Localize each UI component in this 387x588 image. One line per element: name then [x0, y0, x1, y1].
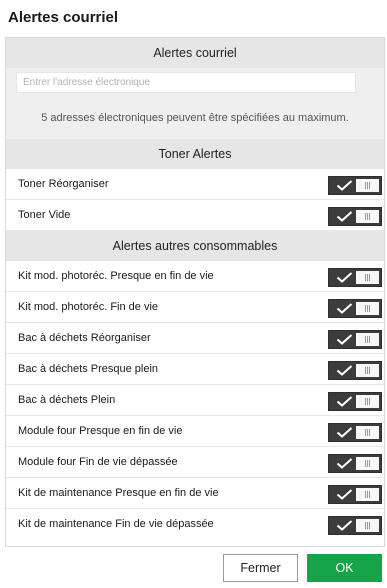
- check-icon: [336, 365, 353, 376]
- check-icon: [336, 334, 353, 345]
- grip-line: [365, 491, 366, 498]
- grip-line: [369, 460, 370, 467]
- toggle-knob: [356, 426, 379, 439]
- alert-label: Kit de maintenance Fin de vie dépassée: [18, 518, 214, 530]
- alert-label: Toner Réorganiser: [18, 178, 109, 190]
- email-area: 5 adresses électroniques peuvent être sp…: [6, 68, 384, 139]
- grip-line: [365, 305, 366, 312]
- grip-line: [369, 305, 370, 312]
- alert-label: Kit mod. photoréc. Presque en fin de vie: [18, 270, 214, 282]
- grip-line: [367, 213, 368, 220]
- alert-row-photoconductor-end: Kit mod. photoréc. Fin de vie: [6, 292, 384, 323]
- toggle-knob: [356, 210, 379, 223]
- grip-line: [369, 336, 370, 343]
- grip-line: [365, 336, 366, 343]
- check-icon: [336, 520, 353, 531]
- grip-line: [369, 367, 370, 374]
- toggle-knob: [356, 395, 379, 408]
- alert-label: Module four Fin de vie dépassée: [18, 456, 178, 468]
- alert-row-photoconductor-near-end: Kit mod. photoréc. Presque en fin de vie: [6, 261, 384, 292]
- grip-line: [369, 522, 370, 529]
- alert-row-maintenance-end-exceeded: Kit de maintenance Fin de vie dépassée: [6, 509, 384, 540]
- grip-line: [365, 213, 366, 220]
- grip-line: [367, 274, 368, 281]
- email-input[interactable]: [16, 72, 356, 93]
- check-icon: [336, 458, 353, 469]
- toggle-maintenance-end-exceeded[interactable]: [328, 516, 382, 535]
- alert-row-fuser-end-exceeded: Module four Fin de vie dépassée: [6, 447, 384, 478]
- grip-line: [367, 460, 368, 467]
- grip-line: [367, 305, 368, 312]
- grip-line: [365, 398, 366, 405]
- toggle-toner-reorder[interactable]: [328, 176, 382, 195]
- toggle-maintenance-near-end[interactable]: [328, 485, 382, 504]
- alert-label: Toner Vide: [18, 209, 71, 221]
- grip-line: [367, 336, 368, 343]
- dialog-title: Alertes courriel: [8, 9, 119, 26]
- check-icon: [336, 489, 353, 500]
- check-icon: [336, 180, 353, 191]
- alert-label: Kit mod. photoréc. Fin de vie: [18, 301, 159, 313]
- toggle-photoconductor-end[interactable]: [328, 299, 382, 318]
- grip-line: [365, 522, 366, 529]
- toggle-waste-near-full[interactable]: [328, 361, 382, 380]
- toggle-toner-empty[interactable]: [328, 207, 382, 226]
- grip-line: [369, 213, 370, 220]
- grip-line: [367, 398, 368, 405]
- email-limit-note: 5 adresses électroniques peuvent être sp…: [41, 112, 349, 124]
- alert-row-waste-full: Bac à déchets Plein: [6, 385, 384, 416]
- ok-button[interactable]: OK: [307, 554, 382, 582]
- check-icon: [336, 303, 353, 314]
- grip-line: [369, 491, 370, 498]
- toggle-knob: [356, 457, 379, 470]
- check-icon: [336, 211, 353, 222]
- toggle-knob: [356, 302, 379, 315]
- check-icon: [336, 427, 353, 438]
- grip-line: [369, 182, 370, 189]
- check-icon: [336, 396, 353, 407]
- grip-line: [369, 429, 370, 436]
- toggle-knob: [356, 271, 379, 284]
- toggle-knob: [356, 179, 379, 192]
- alert-label: Bac à déchets Plein: [18, 394, 116, 406]
- alert-label: Module four Presque en fin de vie: [18, 425, 183, 437]
- toggle-knob: [356, 519, 379, 532]
- grip-line: [365, 274, 366, 281]
- grip-line: [365, 429, 366, 436]
- toggle-fuser-near-end[interactable]: [328, 423, 382, 442]
- grip-line: [365, 367, 366, 374]
- grip-line: [365, 182, 366, 189]
- check-icon: [336, 272, 353, 283]
- toggle-waste-reorder[interactable]: [328, 330, 382, 349]
- toggle-waste-full[interactable]: [328, 392, 382, 411]
- grip-line: [367, 491, 368, 498]
- toner-alerts-header: Toner Alertes: [6, 139, 384, 169]
- alerts-panel: Alertes courriel 5 adresses électronique…: [5, 37, 385, 547]
- grip-line: [369, 274, 370, 281]
- alert-label: Bac à déchets Réorganiser: [18, 332, 151, 344]
- alert-row-toner-empty: Toner Vide: [6, 200, 384, 231]
- alert-label: Kit de maintenance Presque en fin de vie: [18, 487, 219, 499]
- alert-row-fuser-near-end: Module four Presque en fin de vie: [6, 416, 384, 447]
- supplies-alerts-header: Alertes autres consommables: [6, 231, 384, 261]
- alert-row-waste-reorder: Bac à déchets Réorganiser: [6, 323, 384, 354]
- toggle-knob: [356, 488, 379, 501]
- grip-line: [367, 429, 368, 436]
- close-button[interactable]: Fermer: [223, 554, 298, 582]
- toggle-fuser-end-exceeded[interactable]: [328, 454, 382, 473]
- grip-line: [367, 182, 368, 189]
- toggle-photoconductor-near-end[interactable]: [328, 268, 382, 287]
- alert-row-toner-reorder: Toner Réorganiser: [6, 169, 384, 200]
- alert-row-waste-near-full: Bac à déchets Presque plein: [6, 354, 384, 385]
- alert-label: Bac à déchets Presque plein: [18, 363, 159, 375]
- grip-line: [367, 522, 368, 529]
- grip-line: [365, 460, 366, 467]
- grip-line: [369, 398, 370, 405]
- email-alerts-header: Alertes courriel: [6, 38, 384, 68]
- alert-row-maintenance-near-end: Kit de maintenance Presque en fin de vie: [6, 478, 384, 509]
- toggle-knob: [356, 364, 379, 377]
- toggle-knob: [356, 333, 379, 346]
- grip-line: [367, 367, 368, 374]
